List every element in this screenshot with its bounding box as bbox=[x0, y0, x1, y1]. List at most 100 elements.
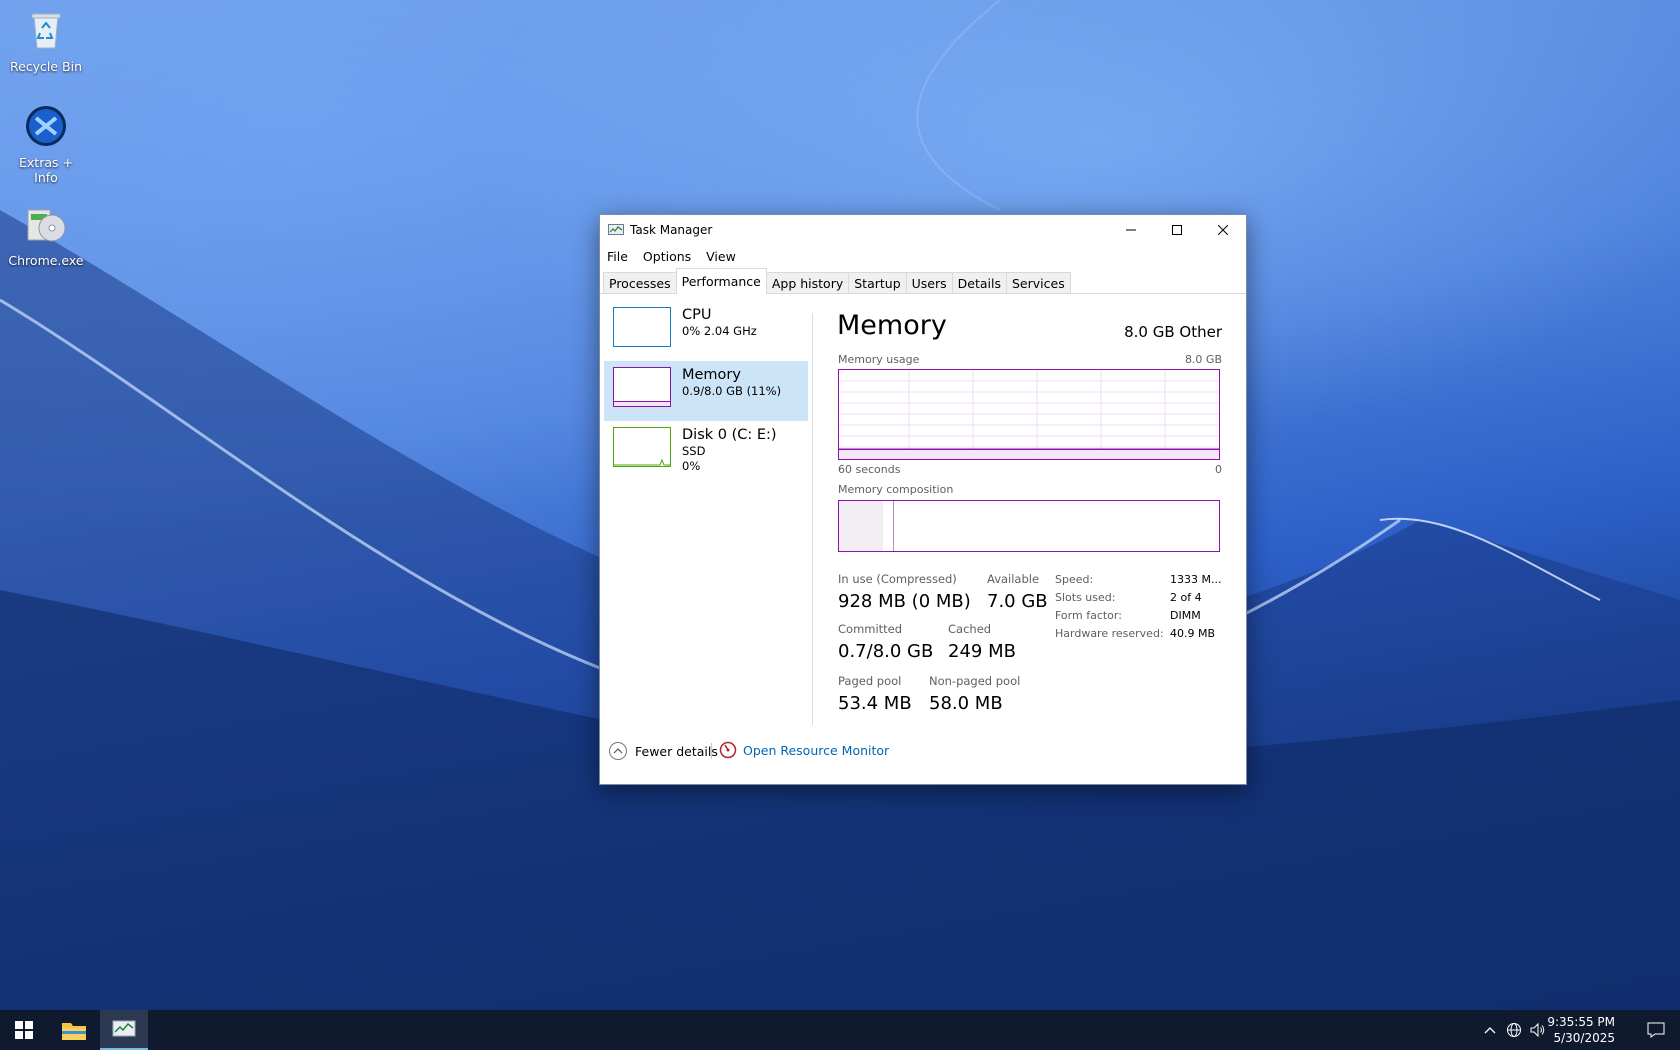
tab-details[interactable]: Details bbox=[951, 272, 1007, 293]
minimize-icon bbox=[1126, 229, 1136, 231]
open-resource-monitor-link[interactable]: Open Resource Monitor bbox=[719, 741, 889, 759]
spec-value: DIMM bbox=[1170, 609, 1201, 622]
maximize-icon bbox=[1172, 225, 1182, 235]
spec-label: Speed: bbox=[1055, 573, 1094, 586]
resource-list: CPU 0% 2.04 GHz Memory 0.9/8.0 GB (11%) bbox=[604, 301, 808, 481]
clock[interactable]: 9:35:55 PM 5/30/2025 bbox=[1547, 1014, 1615, 1046]
desktop-icon-label: Chrome.exe bbox=[8, 253, 84, 268]
task-manager-taskbar-button[interactable] bbox=[100, 1010, 148, 1050]
stat-cached: Cached 249 MB bbox=[948, 622, 1016, 664]
tab-startup[interactable]: Startup bbox=[848, 272, 907, 293]
fewer-details-label: Fewer details bbox=[635, 743, 718, 759]
close-button[interactable] bbox=[1200, 215, 1246, 245]
stat-committed: Committed 0.7/8.0 GB bbox=[838, 622, 933, 664]
cpu-thumbnail-graph bbox=[613, 307, 671, 347]
resource-name: Disk 0 (C: E:) bbox=[682, 427, 777, 443]
stat-label: Committed bbox=[838, 622, 903, 636]
resource-item-memory[interactable]: Memory 0.9/8.0 GB (11%) bbox=[604, 361, 808, 421]
stat-value: 7.0 GB bbox=[987, 591, 1048, 612]
desktop-icon-label: Recycle Bin bbox=[9, 59, 83, 74]
chevron-up-icon bbox=[609, 742, 627, 760]
spec-label: Hardware reserved: bbox=[1055, 627, 1164, 640]
desktop-icon-recycle-bin[interactable]: Recycle Bin bbox=[6, 8, 86, 74]
speaker-icon bbox=[1530, 1022, 1545, 1038]
clock-date: 5/30/2025 bbox=[1553, 1031, 1615, 1045]
memory-composition-bar bbox=[838, 500, 1220, 552]
resource-name: CPU bbox=[682, 307, 712, 323]
show-hidden-icons-button[interactable] bbox=[1480, 1010, 1500, 1050]
fewer-details-button[interactable]: Fewer details bbox=[608, 741, 718, 761]
memory-composition-label: Memory composition bbox=[838, 483, 954, 496]
memory-thumbnail-graph bbox=[613, 367, 671, 407]
graph-axis-right: 0 bbox=[1215, 463, 1222, 476]
stat-non-paged-pool: Non-paged pool 58.0 MB bbox=[929, 674, 1020, 716]
tab-performance[interactable]: Performance bbox=[675, 268, 767, 294]
tab-services[interactable]: Services bbox=[1006, 272, 1071, 293]
task-manager-window: Task Manager File Options View Processes… bbox=[599, 214, 1247, 785]
tab-app-history[interactable]: App history bbox=[765, 272, 850, 293]
spec-value: 1333 M... bbox=[1170, 573, 1222, 586]
notification-icon bbox=[1647, 1022, 1665, 1038]
tab-processes[interactable]: Processes bbox=[603, 272, 677, 293]
stat-in-use: In use (Compressed) 928 MB (0 MB) bbox=[838, 572, 971, 614]
stat-value: 58.0 MB bbox=[929, 693, 1003, 714]
pane-divider[interactable] bbox=[812, 313, 813, 725]
stat-available: Available 7.0 GB bbox=[987, 572, 1048, 614]
title-bar[interactable]: Task Manager bbox=[600, 215, 1246, 245]
chevron-up-icon bbox=[1484, 1027, 1496, 1034]
stat-label: Paged pool bbox=[838, 674, 902, 688]
file-explorer-taskbar-button[interactable] bbox=[50, 1010, 98, 1050]
stat-label: Available bbox=[987, 572, 1040, 586]
memory-usage-graph bbox=[838, 369, 1220, 460]
taskbar: 9:35:55 PM 5/30/2025 bbox=[0, 1010, 1680, 1050]
memory-usage-label: Memory usage bbox=[838, 353, 920, 366]
memory-type-label: 8.0 GB Other bbox=[1124, 323, 1222, 341]
stat-paged-pool: Paged pool 53.4 MB bbox=[838, 674, 912, 716]
footer-separator bbox=[711, 743, 712, 759]
menu-file[interactable]: File bbox=[606, 249, 636, 264]
spec-label: Form factor: bbox=[1055, 609, 1122, 622]
recycle-bin-icon bbox=[31, 13, 61, 49]
extras-info-icon bbox=[26, 106, 66, 146]
open-resource-monitor-label: Open Resource Monitor bbox=[743, 742, 890, 758]
disk-thumbnail-graph bbox=[613, 427, 671, 467]
spec-value: 2 of 4 bbox=[1170, 591, 1202, 604]
installer-disc-icon bbox=[27, 209, 66, 242]
resource-item-disk[interactable]: Disk 0 (C: E:) SSD 0% bbox=[604, 421, 808, 481]
resource-detail: 0% 2.04 GHz bbox=[682, 324, 757, 338]
folder-icon bbox=[62, 1023, 86, 1040]
menu-options[interactable]: Options bbox=[642, 249, 699, 264]
resource-detail: 0% bbox=[682, 459, 701, 473]
stat-label: In use (Compressed) bbox=[838, 572, 957, 586]
spec-label: Slots used: bbox=[1055, 591, 1116, 604]
stat-label: Non-paged pool bbox=[929, 674, 1021, 688]
resource-monitor-icon bbox=[719, 741, 737, 759]
menu-view[interactable]: View bbox=[705, 249, 744, 264]
stat-value: 928 MB (0 MB) bbox=[838, 591, 971, 612]
task-manager-icon bbox=[608, 224, 624, 235]
minimize-button[interactable] bbox=[1108, 215, 1154, 245]
action-center-button[interactable] bbox=[1636, 1010, 1676, 1050]
volume-tray-button[interactable] bbox=[1527, 1010, 1549, 1050]
resource-item-cpu[interactable]: CPU 0% 2.04 GHz bbox=[604, 301, 808, 361]
spec-value: 40.9 MB bbox=[1170, 627, 1216, 640]
task-manager-icon bbox=[112, 1020, 136, 1037]
maximize-button[interactable] bbox=[1154, 215, 1200, 245]
memory-usage-max: 8.0 GB bbox=[1184, 353, 1222, 366]
close-icon bbox=[1218, 225, 1228, 235]
tab-users[interactable]: Users bbox=[905, 272, 953, 293]
resource-detail: 0.9/8.0 GB (11%) bbox=[682, 384, 782, 398]
desktop-icon-label: Extras + Info bbox=[19, 155, 73, 185]
desktop-icon-extras-info[interactable]: Extras + Info bbox=[6, 104, 86, 185]
window-title: Task Manager bbox=[630, 223, 713, 237]
globe-icon bbox=[1507, 1023, 1521, 1037]
composition-in-use bbox=[839, 501, 884, 551]
resource-detail: SSD bbox=[682, 444, 706, 458]
composition-modified bbox=[883, 501, 894, 551]
stat-value: 249 MB bbox=[948, 641, 1016, 662]
desktop-icon-chrome-exe[interactable]: Chrome.exe bbox=[6, 202, 86, 268]
resource-name: Memory bbox=[682, 367, 741, 383]
start-button[interactable] bbox=[0, 1010, 48, 1050]
network-tray-button[interactable] bbox=[1503, 1010, 1525, 1050]
graph-axis-left: 60 seconds bbox=[838, 463, 901, 476]
